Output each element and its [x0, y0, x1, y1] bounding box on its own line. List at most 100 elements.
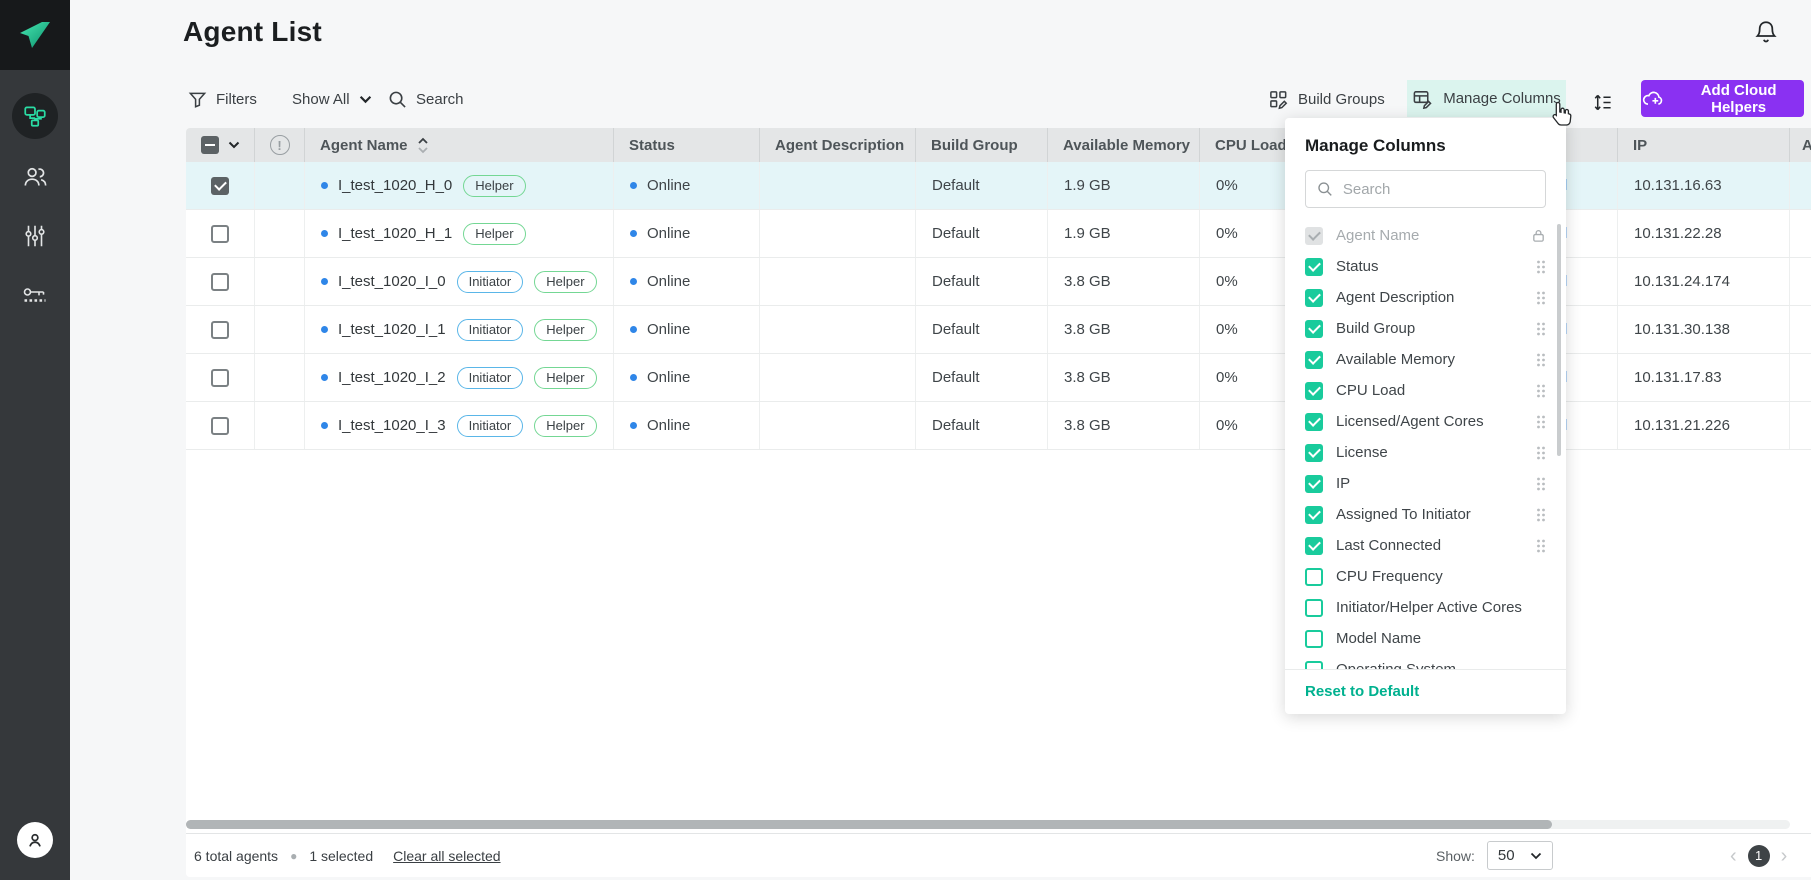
status-value: Online [647, 417, 690, 434]
row-checkbox[interactable] [211, 321, 229, 339]
filters-button[interactable]: Filters [188, 84, 257, 114]
column-item-available-memory[interactable]: Available Memory [1305, 344, 1546, 375]
column-search[interactable] [1305, 170, 1546, 208]
column-item-agent-description[interactable]: Agent Description [1305, 282, 1546, 313]
drag-handle-icon[interactable] [1536, 446, 1546, 460]
column-checkbox[interactable] [1305, 258, 1323, 276]
column-item-ip[interactable]: IP [1305, 468, 1546, 499]
table-row[interactable]: I_test_1020_I_0InitiatorHelper Online De… [186, 258, 1811, 306]
sidebar-account[interactable] [0, 822, 70, 858]
horizontal-scrollbar-thumb[interactable] [186, 820, 1552, 829]
column-checkbox[interactable] [1305, 537, 1323, 555]
column-header-build-group[interactable]: Build Group [916, 128, 1048, 162]
notifications-bell-icon[interactable] [1752, 18, 1780, 46]
select-all-checkbox[interactable] [201, 136, 219, 154]
row-height-icon[interactable] [1592, 87, 1613, 117]
drag-handle-icon[interactable] [1536, 384, 1546, 398]
agent-status-dot [321, 182, 328, 189]
column-item-initiator-helper-active-cores[interactable]: Initiator/Helper Active Cores [1305, 592, 1546, 623]
column-item-model-name[interactable]: Model Name [1305, 623, 1546, 654]
column-checkbox[interactable] [1305, 630, 1323, 648]
sort-carets-icon[interactable] [417, 137, 429, 154]
column-item-build-group[interactable]: Build Group [1305, 313, 1546, 344]
column-checkbox[interactable] [1305, 599, 1323, 617]
drag-handle-icon[interactable] [1536, 353, 1546, 367]
clear-all-selected-link[interactable]: Clear all selected [393, 848, 500, 864]
column-item-operating-system[interactable]: Operating System [1305, 654, 1546, 669]
agents-table: Agent Name Status Agent Description Buil… [186, 128, 1811, 877]
ip-value: 10.131.22.28 [1618, 210, 1790, 257]
online-dot [630, 422, 637, 429]
column-item-cpu-frequency[interactable]: CPU Frequency [1305, 561, 1546, 592]
panel-scrollbar-thumb[interactable] [1557, 224, 1561, 456]
table-row[interactable]: I_test_1020_I_1InitiatorHelper Online De… [186, 306, 1811, 354]
sidebar-item-agents[interactable] [0, 86, 70, 146]
sidebar-item-licenses[interactable] [0, 266, 70, 326]
column-item-last-connected[interactable]: Last Connected [1305, 530, 1546, 561]
separator-dot: ● [290, 849, 297, 863]
column-checkbox[interactable] [1305, 444, 1323, 462]
incredibuild-logo[interactable] [0, 0, 70, 70]
row-checkbox[interactable] [211, 273, 229, 291]
drag-handle-icon[interactable] [1536, 322, 1546, 336]
drag-handle-icon[interactable] [1536, 539, 1546, 553]
drag-handle-icon[interactable] [1536, 508, 1546, 522]
column-header-agent-name[interactable]: Agent Name [305, 128, 614, 162]
column-header-assigned-to-initiator[interactable]: Assigned To Initiator [1790, 128, 1811, 162]
table-row[interactable]: I_test_1020_I_2InitiatorHelper Online De… [186, 354, 1811, 402]
column-checkbox[interactable] [1305, 289, 1323, 307]
column-checkbox[interactable] [1305, 413, 1323, 431]
ip-value: 10.131.16.63 [1618, 162, 1790, 209]
drag-handle-icon[interactable] [1536, 415, 1546, 429]
sidebar-item-settings[interactable] [0, 206, 70, 266]
column-header-status[interactable]: Status [614, 128, 760, 162]
next-page-button[interactable]: › [1781, 846, 1788, 866]
column-checkbox[interactable] [1305, 320, 1323, 338]
reset-to-default-link[interactable]: Reset to Default [1285, 669, 1566, 714]
column-item-license[interactable]: License [1305, 437, 1546, 468]
column-checkbox[interactable] [1305, 568, 1323, 586]
horizontal-scrollbar-track[interactable] [186, 820, 1790, 829]
drag-handle-icon[interactable] [1536, 291, 1546, 305]
column-checkbox[interactable] [1305, 382, 1323, 400]
table-row[interactable]: I_test_1020_H_1Helper Online Default 1.9… [186, 210, 1811, 258]
sidebar-item-users[interactable] [0, 146, 70, 206]
build-groups-button[interactable]: Build Groups [1268, 84, 1385, 114]
table-row[interactable]: I_test_1020_H_0Helper Online Default 1.9… [186, 162, 1811, 210]
column-item-cpu-load[interactable]: CPU Load [1305, 375, 1546, 406]
search-button[interactable]: Search [388, 84, 464, 114]
page-size-value: 50 [1498, 847, 1515, 864]
column-header-available-memory[interactable]: Available Memory [1048, 128, 1200, 162]
column-item-assigned-to-initiator[interactable]: Assigned To Initiator [1305, 499, 1546, 530]
row-checkbox[interactable] [211, 417, 229, 435]
prev-page-button[interactable]: ‹ [1730, 846, 1737, 866]
manage-columns-button[interactable]: Manage Columns [1407, 80, 1566, 117]
total-agents-count: 6 total agents [194, 848, 278, 864]
column-checkbox[interactable] [1305, 661, 1323, 670]
column-checkbox[interactable] [1305, 475, 1323, 493]
drag-handle-icon[interactable] [1536, 477, 1546, 491]
helper-tag: Helper [463, 175, 525, 197]
column-item-licensed-agent-cores[interactable]: Licensed/Agent Cores [1305, 406, 1546, 437]
status-value: Online [647, 225, 690, 242]
selection-menu-chevron-icon[interactable] [228, 141, 240, 149]
drag-handle-icon[interactable] [1536, 260, 1546, 274]
row-checkbox[interactable] [211, 225, 229, 243]
page-size-select[interactable]: 50 [1487, 841, 1553, 870]
row-checkbox[interactable] [211, 177, 229, 195]
row-checkbox[interactable] [211, 369, 229, 387]
column-checkbox[interactable] [1305, 506, 1323, 524]
column-search-input[interactable] [1343, 181, 1534, 198]
add-cloud-helpers-button[interactable]: Add Cloud Helpers [1641, 80, 1804, 117]
column-checkbox-locked [1305, 227, 1323, 245]
column-item-status[interactable]: Status [1305, 251, 1546, 282]
current-page-badge[interactable]: 1 [1748, 845, 1770, 867]
show-all-dropdown[interactable]: Show All [292, 84, 372, 114]
table-row[interactable]: I_test_1020_I_3InitiatorHelper Online De… [186, 402, 1811, 450]
column-header-agent-description[interactable]: Agent Description [760, 128, 916, 162]
initiator-tag: Initiator [457, 415, 524, 437]
column-header-ip[interactable]: IP [1618, 128, 1790, 162]
helper-tag: Helper [534, 319, 596, 341]
online-dot [630, 182, 637, 189]
column-checkbox[interactable] [1305, 351, 1323, 369]
